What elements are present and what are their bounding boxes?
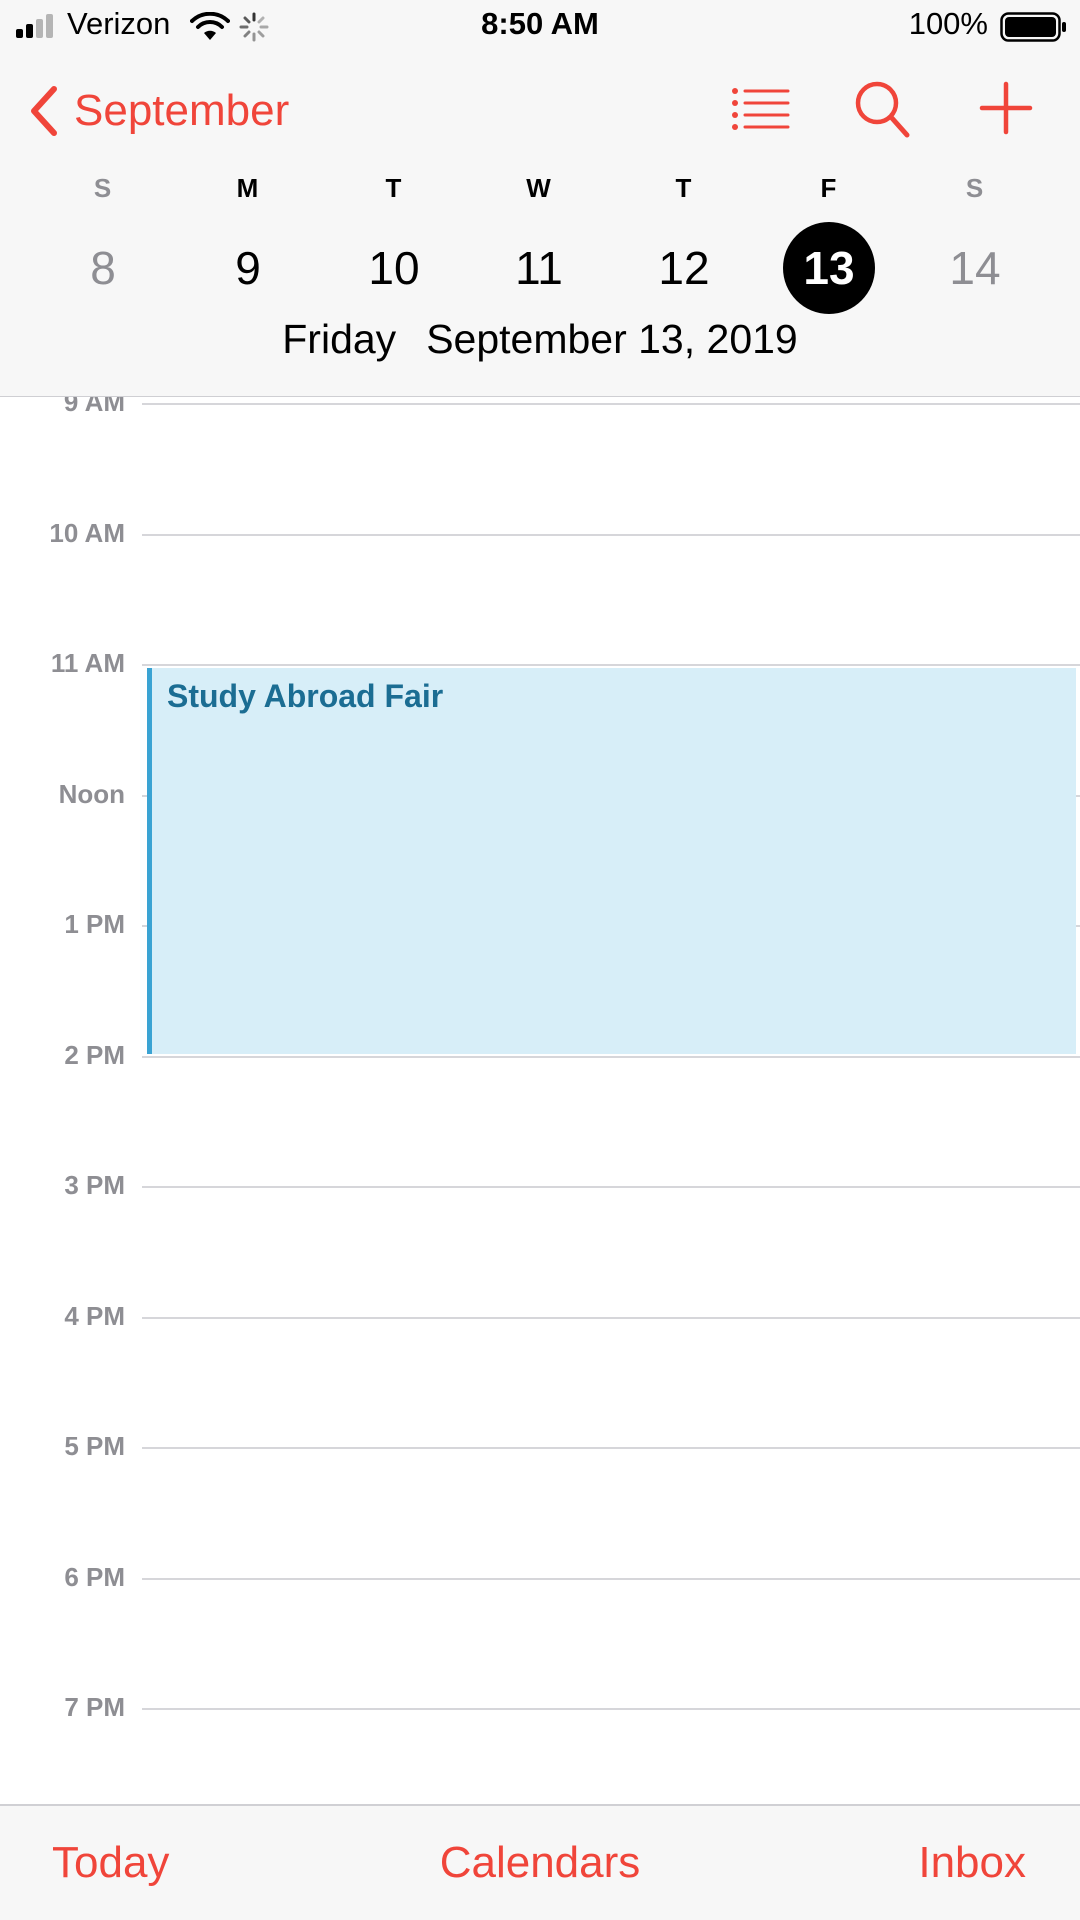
weekday-letter: T	[675, 173, 692, 203]
plus-icon[interactable]	[978, 80, 1034, 136]
calendar-header-area: Verizon 8:50 AM 100% September S 8 M 9 T…	[0, 0, 1080, 397]
week-day-10[interactable]: T 10	[321, 165, 466, 325]
hour-divider	[142, 1708, 1080, 1710]
day-number: 11	[515, 242, 563, 294]
hour-divider	[142, 1447, 1080, 1449]
event-block[interactable]: Study Abroad Fair	[147, 668, 1076, 1054]
day-timeline[interactable]: 9 AM 10 AM 11 AM Noon 1 PM 2 PM 3 PM 4 PM 5 PM 6 …	[0, 397, 1080, 1804]
bottom-toolbar: Today Calendars Inbox	[0, 1804, 1080, 1920]
hour-label: 6 PM	[64, 1561, 125, 1592]
day-number: 12	[658, 242, 710, 294]
hour-row: 2 PM	[0, 1040, 1080, 1070]
chevron-left-icon	[31, 86, 57, 136]
hour-label: 1 PM	[64, 909, 125, 939]
battery-percent: 100%	[908, 6, 988, 41]
navigation-header: September	[0, 60, 1080, 160]
status-bar: Verizon 8:50 AM 100%	[0, 0, 1080, 54]
hour-divider	[142, 403, 1080, 405]
week-day-11[interactable]: W 11	[466, 165, 611, 325]
hour-label: 7 PM	[64, 1692, 125, 1722]
week-day-13[interactable]: F 13	[756, 165, 901, 325]
hour-label: 10 AM	[49, 517, 125, 548]
day-number-wrap: 11	[493, 222, 585, 314]
day-number: 14	[949, 242, 1001, 294]
hour-label: 2 PM	[64, 1039, 125, 1070]
hour-row: 5 PM	[0, 1431, 1080, 1461]
selected-day-circle: 13	[783, 222, 875, 314]
inbox-button[interactable]: Inbox	[918, 1838, 1026, 1888]
search-icon[interactable]	[852, 78, 912, 140]
weekday-letter: T	[385, 173, 402, 203]
day-number-wrap: 12	[638, 222, 730, 314]
event-title: Study Abroad Fair	[167, 678, 444, 714]
day-number-wrap: 10	[348, 222, 440, 314]
hour-divider	[142, 1055, 1080, 1058]
selected-full-date: September 13, 2019	[426, 316, 798, 362]
hour-divider	[142, 1316, 1080, 1319]
day-number: 13	[803, 242, 855, 294]
selected-weekday: Friday	[282, 316, 397, 362]
hour-divider	[142, 1577, 1080, 1580]
hour-label: 5 PM	[64, 1431, 125, 1461]
selected-date-label: Friday September 13, 2019	[0, 316, 1080, 363]
hour-row: 11 AM	[0, 648, 1080, 678]
hour-label: Noon	[58, 778, 125, 809]
weekday-letter: W	[526, 173, 551, 203]
day-number-wrap: 8	[57, 222, 149, 314]
week-day-12[interactable]: T 12	[611, 165, 756, 325]
hour-divider	[142, 533, 1080, 536]
list-icon[interactable]	[730, 84, 792, 134]
week-day-9[interactable]: M9	[175, 165, 320, 325]
weekday-letter: S	[965, 173, 984, 203]
back-to-month-button[interactable]: September	[26, 80, 289, 142]
hour-row: 9 AM	[0, 397, 1080, 417]
hour-row: 6 PM	[0, 1562, 1080, 1592]
hour-row: 4 PM	[0, 1301, 1080, 1331]
day-number: 9	[235, 242, 261, 294]
day-number: 8	[90, 242, 116, 294]
weekday-letter: S	[93, 173, 112, 203]
hour-divider	[142, 1186, 1080, 1188]
weekday-letter: F	[820, 173, 837, 203]
day-number: 10	[368, 242, 420, 294]
week-day-strip: S 8 M 9 T 10 W 11 T 12 F 13 S 14	[0, 165, 1080, 325]
back-button-label: September	[74, 86, 290, 135]
weekday-letter: M	[236, 173, 259, 203]
hour-label: 4 PM	[64, 1300, 125, 1331]
hour-label: 11 AM	[50, 648, 125, 678]
hour-row: 3 PM	[0, 1170, 1080, 1200]
hour-label: 9 AM	[63, 397, 125, 417]
battery-icon	[1000, 12, 1066, 42]
hour-label: 3 PM	[64, 1170, 125, 1200]
day-number-wrap: 14	[929, 222, 1021, 314]
hour-row: 7 PM	[0, 1692, 1080, 1722]
week-day-14[interactable]: S 14	[902, 165, 1047, 325]
day-number-wrap: 9	[202, 222, 294, 314]
week-day-8[interactable]: S8	[30, 165, 175, 325]
hour-row: 10 AM	[0, 518, 1080, 548]
hour-divider	[142, 664, 1080, 666]
